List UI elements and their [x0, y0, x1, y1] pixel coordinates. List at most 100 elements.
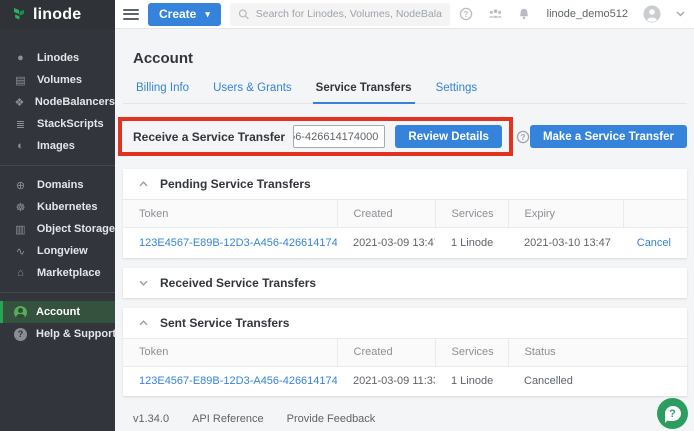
sidebar-nav: ● Linodes ▤ Volumes ❖ NodeBalancers ≣ St… — [0, 29, 115, 345]
page-title: Account — [133, 50, 687, 67]
avatar[interactable] — [643, 5, 661, 23]
help-fab-button[interactable]: ? — [657, 398, 688, 429]
sidebar-item-label: NodeBalancers — [35, 96, 115, 108]
api-reference-link[interactable]: API Reference — [192, 413, 264, 425]
chevron-down-icon — [139, 280, 148, 286]
main-content: Account Billing Info Users & Grants Serv… — [115, 29, 694, 431]
pending-transfers-card: Pending Service Transfers Token Created … — [123, 169, 687, 258]
chat-question-icon: ? — [665, 406, 681, 421]
linode-logo-icon — [12, 7, 27, 22]
sidebar-item-label: Help & Support — [36, 328, 116, 340]
nodebalancers-icon: ❖ — [13, 96, 26, 109]
sidebar-item-label: Longview — [37, 245, 88, 257]
sidebar-item-images[interactable]: ◐ Images — [0, 135, 115, 157]
linode-logo[interactable]: linode — [0, 0, 115, 29]
column-header-services: Services — [435, 200, 508, 228]
sidebar-item-linodes[interactable]: ● Linodes — [0, 47, 115, 69]
sidebar-item-label: StackScripts — [37, 118, 104, 130]
username[interactable]: linode_demo512 — [547, 8, 628, 20]
section-title: Pending Service Transfers — [160, 177, 311, 191]
chevron-up-icon — [139, 181, 148, 187]
topbar-icons: ? linode_demo512 — [459, 5, 685, 23]
sent-transfers-header[interactable]: Sent Service Transfers — [123, 308, 687, 338]
sidebar-item-domains[interactable]: ⊕ Domains — [0, 174, 115, 196]
status-cell: Cancelled — [508, 366, 687, 396]
search-icon — [238, 8, 250, 21]
chevron-up-icon — [139, 320, 148, 326]
question-circle-icon[interactable]: ? — [516, 130, 530, 144]
column-header-actions — [623, 200, 687, 228]
version-label: v1.34.0 — [133, 413, 169, 425]
make-service-transfer-button[interactable]: Make a Service Transfer — [530, 125, 687, 148]
account-avatar-icon — [14, 306, 27, 319]
created-cell: 2021-03-09 11:33 — [337, 366, 435, 396]
help-circle-icon: ? — [14, 328, 27, 341]
create-button-label: Create — [159, 7, 196, 21]
receive-transfer-label: Receive a Service Transfer — [133, 130, 285, 144]
table-row: 123E4567-E89B-12D3-A456-426614174001 202… — [123, 366, 687, 396]
sidebar-divider — [0, 292, 115, 293]
received-transfers-header[interactable]: Received Service Transfers — [123, 268, 687, 298]
search-bar[interactable] — [230, 3, 450, 26]
search-input[interactable] — [256, 8, 442, 20]
provide-feedback-link[interactable]: Provide Feedback — [287, 413, 376, 425]
services-cell: 1 Linode — [435, 366, 508, 396]
pending-transfers-table: Token Created Services Expiry 123E4567-E… — [123, 199, 687, 258]
receive-transfer-row: Receive a Service Transfer 123E4567-E89B… — [133, 125, 687, 148]
column-header-status: Status — [508, 338, 687, 366]
tab-users-grants[interactable]: Users & Grants — [210, 77, 295, 103]
longview-icon: ∿ — [13, 245, 28, 258]
images-icon: ◐ — [13, 140, 28, 152]
column-header-token: Token — [123, 338, 337, 366]
svg-text:?: ? — [520, 133, 525, 142]
kubernetes-icon: ☸ — [13, 201, 28, 214]
table-header-row: Token Created Services Status — [123, 338, 687, 366]
sent-transfers-table: Token Created Services Status 123E4567-E… — [123, 338, 687, 397]
sidebar-item-kubernetes[interactable]: ☸ Kubernetes — [0, 196, 115, 218]
sidebar-item-nodebalancers[interactable]: ❖ NodeBalancers — [0, 91, 115, 113]
sidebar-item-help-support[interactable]: ? Help & Support — [0, 323, 115, 345]
chevron-down-icon[interactable] — [676, 11, 685, 17]
table-header-row: Token Created Services Expiry — [123, 200, 687, 228]
hamburger-menu-icon[interactable] — [123, 6, 139, 22]
sidebar: linode ● Linodes ▤ Volumes ❖ NodeBalance… — [0, 0, 115, 431]
sidebar-item-label: Volumes — [37, 74, 82, 86]
notifications-bell-icon[interactable] — [518, 8, 530, 21]
tab-bar: Billing Info Users & Grants Service Tran… — [123, 77, 687, 104]
review-details-button[interactable]: Review Details — [395, 125, 502, 148]
help-circle-icon[interactable]: ? — [459, 7, 473, 21]
tab-service-transfers[interactable]: Service Transfers — [313, 77, 415, 104]
expiry-cell: 2021-03-10 13:47 — [508, 228, 623, 258]
pending-transfers-header[interactable]: Pending Service Transfers — [123, 169, 687, 199]
tab-settings[interactable]: Settings — [433, 77, 481, 103]
sidebar-item-stackscripts[interactable]: ≣ StackScripts — [0, 113, 115, 135]
community-icon[interactable] — [488, 8, 503, 20]
cancel-link[interactable]: Cancel — [637, 237, 671, 249]
token-link[interactable]: 123E4567-E89B-12D3-A456-426614174000 — [139, 237, 337, 249]
topbar: Create ▾ ? linode_demo512 — [115, 0, 694, 29]
sidebar-item-account[interactable]: Account — [0, 301, 115, 323]
sidebar-item-label: Object Storage — [37, 223, 115, 235]
sidebar-divider — [0, 165, 115, 166]
tab-billing-info[interactable]: Billing Info — [133, 77, 192, 103]
sidebar-item-label: Images — [37, 140, 75, 152]
footer: v1.34.0 API Reference Provide Feedback — [133, 413, 687, 425]
token-link[interactable]: 123E4567-E89B-12D3-A456-426614174001 — [139, 375, 337, 387]
token-input[interactable]: 123E4567-E89B-12D3-A456-426614174000 — [293, 125, 385, 148]
stackscripts-icon: ≣ — [13, 118, 28, 131]
received-transfers-card: Received Service Transfers — [123, 268, 687, 298]
linode-icon: ● — [13, 52, 28, 64]
create-button[interactable]: Create ▾ — [148, 3, 221, 26]
sidebar-item-marketplace[interactable]: ⌂ Marketplace — [0, 262, 115, 284]
volumes-icon: ▤ — [13, 74, 28, 87]
sidebar-item-volumes[interactable]: ▤ Volumes — [0, 69, 115, 91]
column-header-services: Services — [435, 338, 508, 366]
services-cell: 1 Linode — [435, 228, 508, 258]
chevron-down-icon: ▾ — [205, 9, 210, 20]
object-storage-icon: ▥ — [13, 223, 28, 236]
column-header-created: Created — [337, 338, 435, 366]
sidebar-item-longview[interactable]: ∿ Longview — [0, 240, 115, 262]
sidebar-item-object-storage[interactable]: ▥ Object Storage — [0, 218, 115, 240]
sidebar-item-label: Marketplace — [37, 267, 101, 279]
marketplace-icon: ⌂ — [13, 267, 28, 279]
